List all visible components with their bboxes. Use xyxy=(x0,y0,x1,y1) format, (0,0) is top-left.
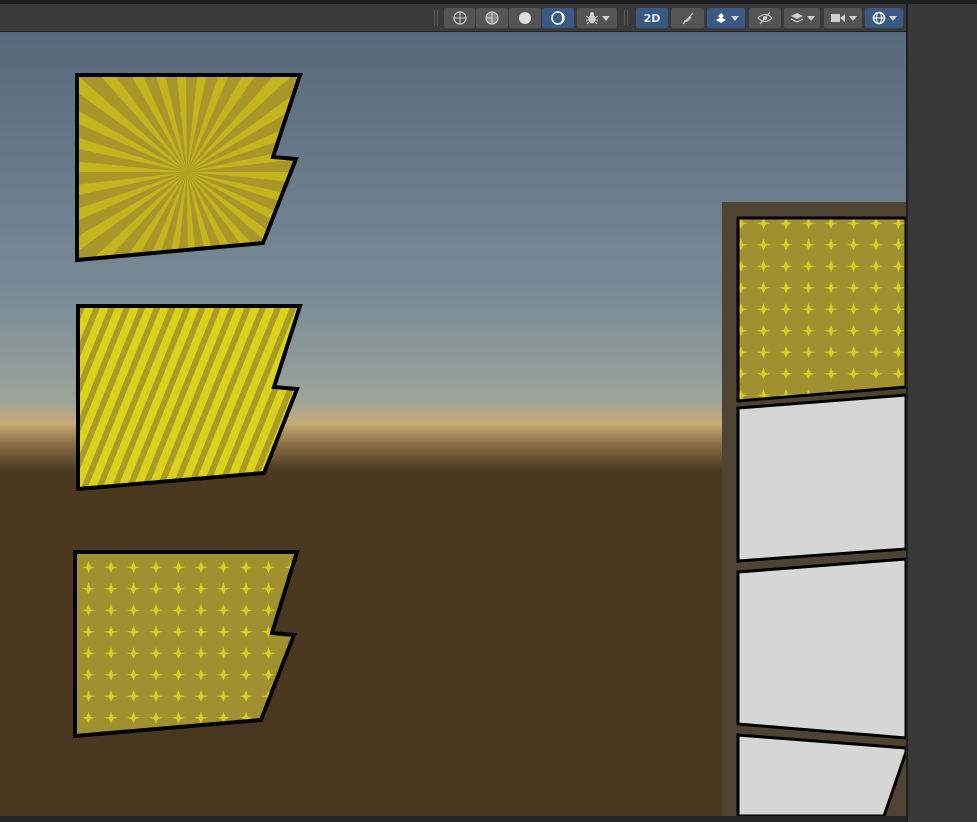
chevron-down-icon xyxy=(730,15,739,21)
shading-shaded-wireframe-icon xyxy=(485,11,499,25)
inspector-panel-edge xyxy=(906,4,977,822)
layers-icon xyxy=(790,13,803,23)
chevron-down-icon xyxy=(848,15,857,21)
gizmos-icon xyxy=(872,11,885,25)
solid-shading-button[interactable] xyxy=(509,8,541,28)
toolbar-separator xyxy=(434,10,435,25)
page-blank-panel[interactable] xyxy=(736,733,906,816)
dot-pattern-panel[interactable] xyxy=(73,550,300,739)
chevron-down-icon xyxy=(806,15,815,21)
page-blank-panel[interactable] xyxy=(736,557,906,740)
hidden-visibility-icon xyxy=(757,11,773,25)
diagonal-stripes-panel[interactable] xyxy=(76,304,303,492)
wireframe-shading-button[interactable] xyxy=(444,8,475,28)
scene-effects-dropdown[interactable] xyxy=(707,8,745,28)
scene-viewport[interactable] xyxy=(0,32,906,816)
page-dot-pattern-panel[interactable] xyxy=(736,216,906,403)
toggle-2d-button[interactable]: 2D xyxy=(636,8,668,28)
toolbar-separator xyxy=(627,10,628,25)
page-blank-panel[interactable] xyxy=(736,393,906,563)
shading-wireframe-icon xyxy=(452,11,467,25)
layers-dropdown[interactable] xyxy=(784,8,820,28)
chevron-down-icon xyxy=(601,15,610,21)
camera-settings-dropdown[interactable] xyxy=(824,8,862,28)
lit-shading-button[interactable] xyxy=(542,8,574,28)
comic-page[interactable] xyxy=(722,202,906,816)
debug-bug-icon xyxy=(585,12,598,25)
toggle-audio-button[interactable] xyxy=(671,8,704,28)
shading-solid-icon xyxy=(519,12,531,24)
hidden-objects-toggle[interactable] xyxy=(749,8,781,28)
toggle-2d-label: 2D xyxy=(643,11,661,25)
chevron-down-icon xyxy=(888,15,897,21)
window-bottom-border xyxy=(0,816,906,822)
effects-layers-icon xyxy=(715,13,726,23)
toolbar-separator xyxy=(624,10,625,25)
camera-icon xyxy=(830,14,845,22)
shaded-wireframe-button[interactable] xyxy=(476,8,508,28)
scene-canvas[interactable] xyxy=(0,32,906,816)
scene-view-toolbar: 2D xyxy=(0,4,906,32)
debug-draw-mode-dropdown[interactable] xyxy=(577,8,617,28)
gizmos-dropdown[interactable] xyxy=(865,8,903,28)
shading-lit-icon xyxy=(551,11,565,25)
audio-mute-icon xyxy=(682,12,693,25)
toolbar-separator xyxy=(437,10,438,25)
